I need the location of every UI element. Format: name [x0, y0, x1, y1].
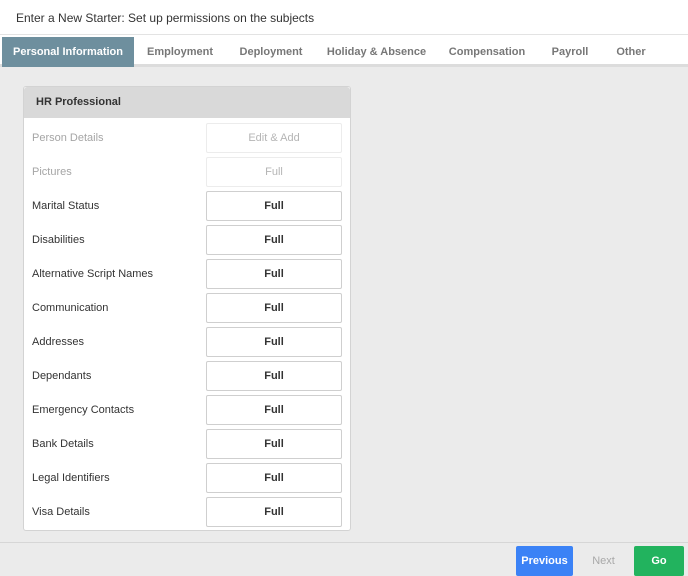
permission-row-dependants: Dependants Full: [24, 359, 350, 393]
tab-bar: Personal Information Employment Deployme…: [0, 34, 688, 67]
permission-row-marital-status: Marital Status Full: [24, 189, 350, 223]
permission-row-visa-details: Visa Details Full: [24, 495, 350, 529]
tab-other[interactable]: Other: [603, 37, 659, 67]
permission-label: Disabilities: [32, 234, 85, 246]
permission-row-emergency-contacts: Emergency Contacts Full: [24, 393, 350, 427]
permission-row-alternative-script-names: Alternative Script Names Full: [24, 257, 350, 291]
wizard-footer: Previous Next Go: [0, 542, 688, 576]
permission-level-select: Full: [206, 157, 342, 187]
permission-label: Person Details: [32, 132, 104, 144]
permission-level-select[interactable]: Full: [206, 429, 342, 459]
permission-row-addresses: Addresses Full: [24, 325, 350, 359]
page-header: Enter a New Starter: Set up permissions …: [0, 0, 688, 34]
permission-label: Dependants: [32, 370, 92, 382]
permission-row-communication: Communication Full: [24, 291, 350, 325]
permission-label: Marital Status: [32, 200, 100, 212]
permission-label: Legal Identifiers: [32, 472, 110, 484]
tab-employment[interactable]: Employment: [134, 37, 226, 67]
previous-button[interactable]: Previous: [516, 546, 573, 576]
permission-label: Alternative Script Names: [32, 268, 154, 280]
panel-title: HR Professional: [24, 87, 350, 118]
permission-level-select[interactable]: Full: [206, 327, 342, 357]
permission-label: Emergency Contacts: [32, 404, 135, 416]
permissions-panel: HR Professional Person Details Edit & Ad…: [23, 86, 351, 531]
permission-label: Addresses: [32, 336, 84, 348]
permission-row-disabilities: Disabilities Full: [24, 223, 350, 257]
tab-payroll[interactable]: Payroll: [537, 37, 603, 67]
permission-level-select[interactable]: Full: [206, 259, 342, 289]
permission-label: Communication: [32, 302, 109, 314]
next-button: Next: [592, 555, 615, 567]
permission-level-select[interactable]: Full: [206, 395, 342, 425]
page-title: Enter a New Starter: Set up permissions …: [16, 11, 315, 25]
permission-label: Visa Details: [32, 506, 90, 518]
permission-level-select[interactable]: Full: [206, 191, 342, 221]
permission-level-select[interactable]: Full: [206, 497, 342, 527]
permission-row-pictures: Pictures Full: [24, 155, 350, 189]
permission-label: Pictures: [32, 166, 72, 178]
tab-personal-information[interactable]: Personal Information: [2, 37, 134, 67]
permission-level-select[interactable]: Full: [206, 463, 342, 493]
tab-deployment[interactable]: Deployment: [226, 37, 316, 67]
go-button[interactable]: Go: [634, 546, 684, 576]
tab-compensation[interactable]: Compensation: [437, 37, 537, 67]
permission-row-bank-details: Bank Details Full: [24, 427, 350, 461]
permission-level-select[interactable]: Full: [206, 293, 342, 323]
permission-label: Bank Details: [32, 438, 94, 450]
tab-holiday-absence[interactable]: Holiday & Absence: [316, 37, 437, 67]
permission-row-legal-identifiers: Legal Identifiers Full: [24, 461, 350, 495]
permission-level-select: Edit & Add: [206, 123, 342, 153]
permission-level-select[interactable]: Full: [206, 361, 342, 391]
permission-row-person-details: Person Details Edit & Add: [24, 121, 350, 155]
permission-level-select[interactable]: Full: [206, 225, 342, 255]
